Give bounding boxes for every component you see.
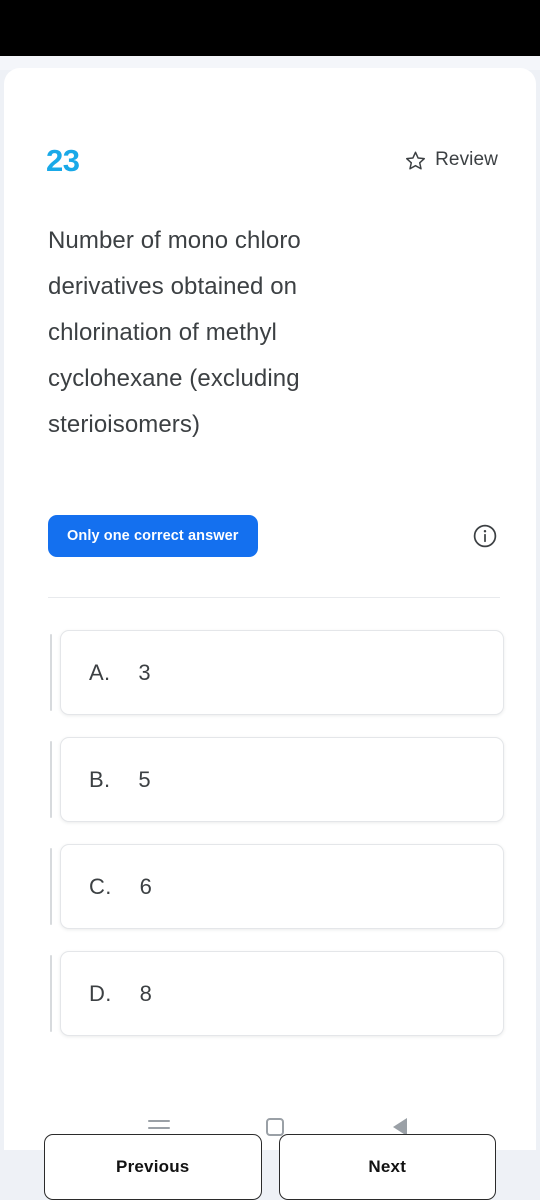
- status-badge: Only one correct answer: [48, 515, 258, 557]
- option-letter: A.: [89, 659, 111, 685]
- option-accent-bar: [50, 741, 52, 818]
- option-value: 5: [138, 766, 151, 792]
- option-card-c[interactable]: C. 6: [60, 844, 504, 929]
- question-navigation: Previous Next: [0, 1134, 540, 1200]
- option-row-b[interactable]: B. 5: [48, 737, 504, 822]
- option-card-a[interactable]: A. 3: [60, 630, 504, 715]
- option-card-d[interactable]: D. 8: [60, 951, 504, 1036]
- section-divider: [48, 597, 500, 598]
- question-header: 23 Review: [46, 138, 498, 182]
- next-button[interactable]: Next: [278, 1134, 496, 1200]
- option-row-a[interactable]: A. 3: [48, 630, 504, 715]
- device-status-bar: [0, 0, 540, 56]
- answer-type-row: Only one correct answer: [48, 515, 498, 557]
- option-accent-bar: [50, 955, 52, 1032]
- previous-button[interactable]: Previous: [44, 1134, 262, 1200]
- star-outline-icon: [405, 150, 426, 171]
- options-list: A. 3 B. 5 C. 6 D. 8: [48, 630, 504, 1058]
- option-letter: C.: [89, 873, 112, 899]
- option-value: 6: [139, 873, 152, 899]
- review-label: Review: [435, 149, 498, 170]
- question-text: Number of mono chloro derivatives obtain…: [48, 227, 301, 438]
- option-value: 8: [139, 980, 152, 1006]
- question-content-card: 23 Review Number of mono chloro derivati…: [4, 68, 536, 1150]
- question-number: 23: [46, 142, 80, 178]
- option-letter: B.: [89, 766, 111, 792]
- recents-icon[interactable]: [148, 1120, 170, 1134]
- option-row-d[interactable]: D. 8: [48, 951, 504, 1036]
- info-circle-icon[interactable]: [472, 523, 498, 549]
- option-card-b[interactable]: B. 5: [60, 737, 504, 822]
- option-value: 3: [138, 659, 151, 685]
- option-accent-bar: [50, 634, 52, 711]
- option-letter: D.: [89, 980, 112, 1006]
- review-button[interactable]: Review: [405, 149, 498, 171]
- option-row-c[interactable]: C. 6: [48, 844, 504, 929]
- option-accent-bar: [50, 848, 52, 925]
